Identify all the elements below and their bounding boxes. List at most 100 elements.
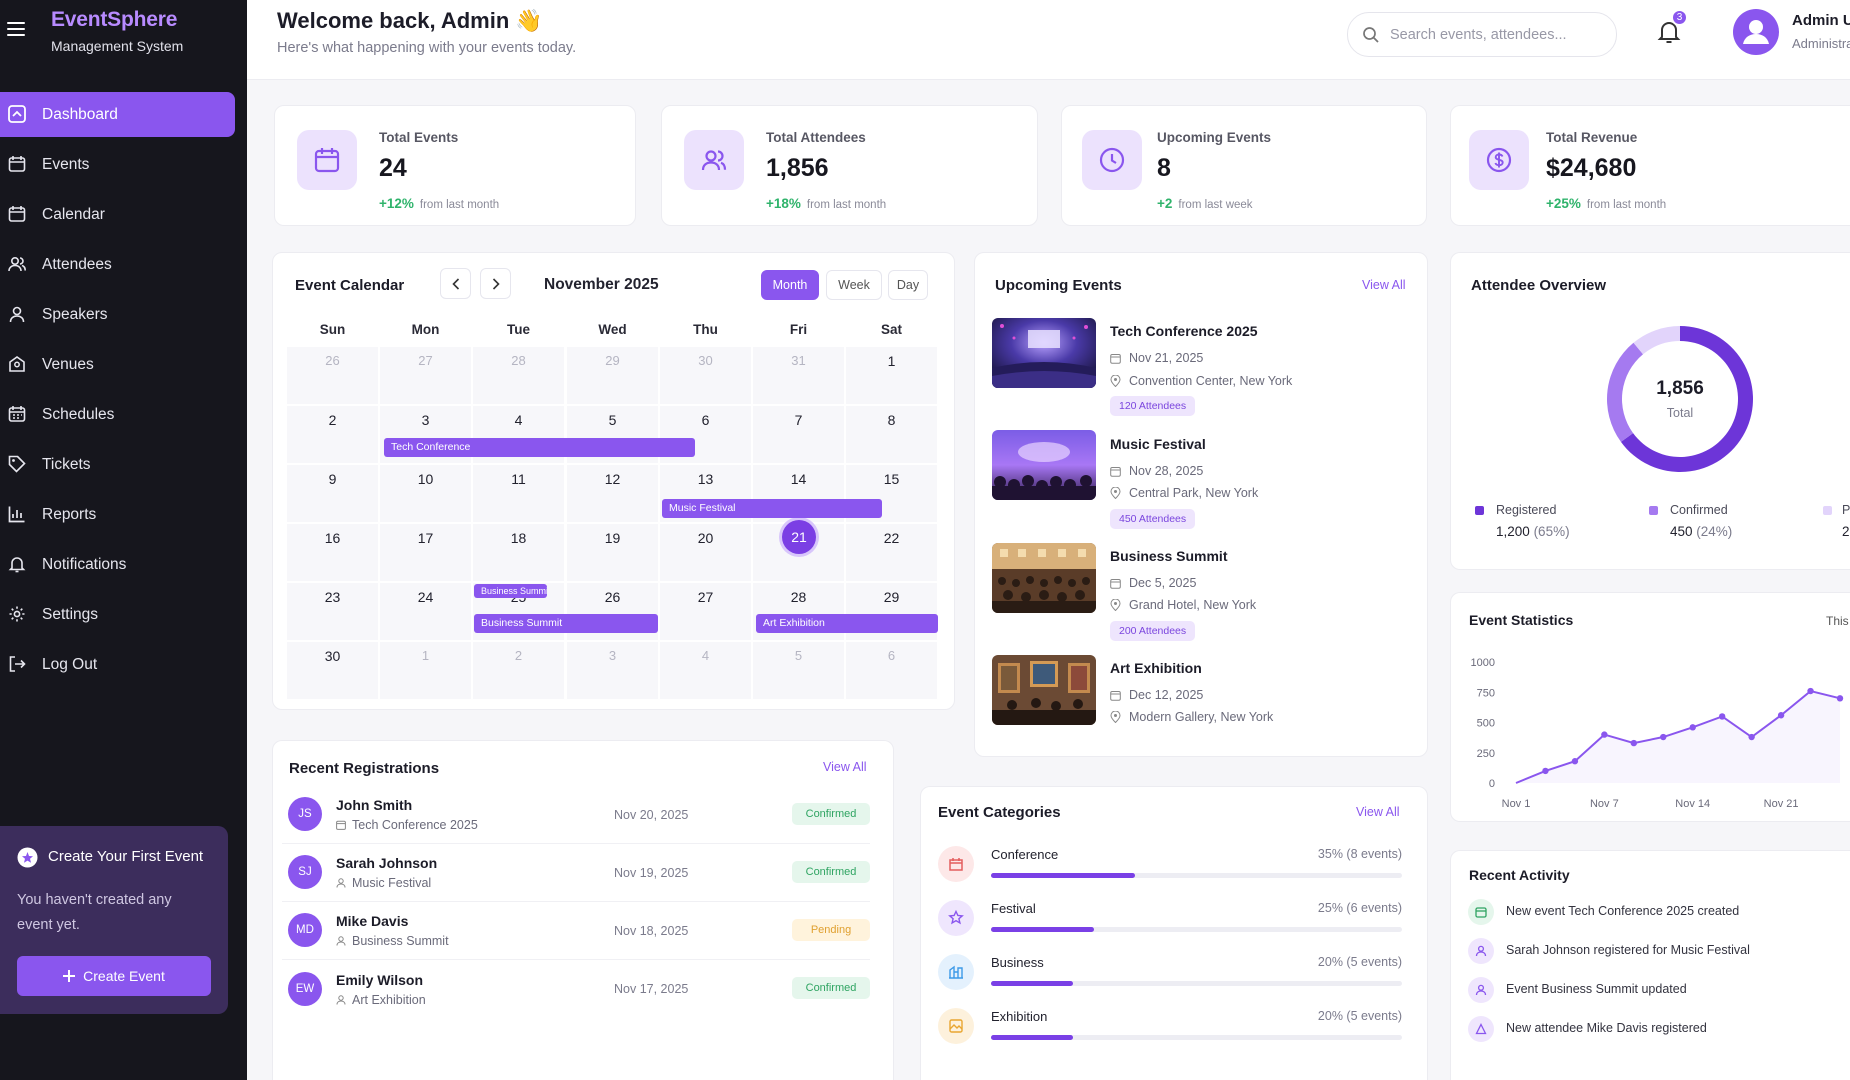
sidebar-item-attendees[interactable]: Attendees — [0, 242, 247, 287]
calendar-day[interactable]: 2 — [286, 412, 379, 428]
data-point[interactable] — [1807, 687, 1814, 695]
calendar-day[interactable]: 15 — [845, 471, 938, 487]
calendar-day[interactable]: 7 — [752, 412, 845, 428]
data-point[interactable] — [1601, 731, 1608, 738]
sidebar-item-dashboard[interactable]: Dashboard — [0, 92, 235, 137]
sidebar-item-schedules[interactable]: Schedules — [0, 392, 247, 437]
calendar-day[interactable]: 29 — [845, 589, 938, 605]
sidebar-item-events[interactable]: Events — [0, 142, 247, 187]
calendar-day[interactable]: 16 — [286, 530, 379, 546]
calendar-prev-button[interactable] — [440, 268, 471, 299]
calendar-event-business[interactable]: Business Summit — [474, 614, 658, 633]
view-day-button[interactable]: Day — [888, 270, 928, 300]
calendar-day[interactable]: 31 — [752, 353, 845, 368]
calendar-day[interactable]: 12 — [566, 471, 659, 487]
data-point[interactable] — [1836, 695, 1844, 702]
event-thumbnail-business[interactable] — [992, 543, 1096, 613]
category-name[interactable]: Conference — [991, 847, 1058, 862]
calendar-day[interactable]: 24 — [379, 589, 472, 605]
event-thumbnail-music[interactable] — [992, 430, 1096, 500]
sidebar-item-reports[interactable]: Reports — [0, 492, 247, 537]
calendar-day[interactable]: 3 — [379, 412, 472, 428]
calendar-day[interactable]: 20 — [659, 530, 752, 546]
calendar-day[interactable]: 10 — [379, 471, 472, 487]
upcoming-event-name[interactable]: Business Summit — [1110, 548, 1227, 564]
calendar-day[interactable]: 11 — [472, 471, 565, 487]
categories-view-all-link[interactable]: View All — [1356, 805, 1400, 819]
calendar-day[interactable]: 1 — [845, 353, 938, 369]
category-name[interactable]: Exhibition — [991, 1009, 1047, 1024]
calendar-event-art[interactable]: Art Exhibition — [756, 614, 938, 633]
calendar-event-tech[interactable]: Tech Conference — [384, 438, 695, 457]
search-input[interactable] — [1390, 24, 1605, 46]
category-name[interactable]: Business — [991, 955, 1044, 970]
statistics-period-select[interactable]: This — [1826, 614, 1849, 628]
calendar-day[interactable]: 29 — [566, 353, 659, 368]
sidebar-item-logout[interactable]: Log Out — [0, 642, 247, 687]
calendar-day[interactable]: 14 — [752, 471, 845, 487]
calendar-day-today[interactable]: 21 — [782, 520, 816, 554]
calendar-next-button[interactable] — [480, 268, 511, 299]
calendar-day[interactable]: 13 — [659, 471, 752, 487]
calendar-day[interactable]: 4 — [472, 412, 565, 428]
calendar-day[interactable]: 30 — [659, 353, 752, 368]
registrations-view-all-link[interactable]: View All — [823, 760, 867, 774]
category-name[interactable]: Festival — [991, 901, 1036, 916]
calendar-day[interactable]: 3 — [566, 648, 659, 663]
calendar-event-music[interactable]: Music Festival — [662, 499, 882, 518]
registrant-name[interactable]: Mike Davis — [336, 913, 408, 929]
upcoming-event-name[interactable]: Music Festival — [1110, 436, 1206, 452]
registrant-name[interactable]: Sarah Johnson — [336, 855, 437, 871]
calendar-day[interactable]: 17 — [379, 530, 472, 546]
data-point[interactable] — [1542, 767, 1549, 775]
calendar-day[interactable]: 28 — [472, 353, 565, 368]
event-thumbnail-tech[interactable] — [992, 318, 1096, 388]
data-point[interactable] — [1718, 713, 1726, 720]
calendar-day[interactable]: 23 — [286, 589, 379, 605]
activity-item-text[interactable]: Sarah Johnson registered for Music Festi… — [1506, 943, 1750, 957]
user-avatar[interactable] — [1733, 9, 1779, 55]
calendar-day[interactable]: 22 — [845, 530, 938, 546]
calendar-event-business-small[interactable]: Business Summit — [474, 584, 547, 598]
registrant-name[interactable]: John Smith — [336, 797, 412, 813]
calendar-day[interactable]: 27 — [659, 589, 752, 605]
calendar-day[interactable]: 19 — [566, 530, 659, 546]
sidebar-item-venues[interactable]: Venues — [0, 342, 247, 387]
calendar-day[interactable]: 6 — [845, 648, 938, 663]
calendar-day[interactable]: 30 — [286, 648, 379, 664]
create-event-button[interactable]: Create Event — [17, 956, 211, 996]
event-thumbnail-art[interactable] — [992, 655, 1096, 725]
calendar-day[interactable]: 1 — [379, 648, 472, 663]
activity-item-text[interactable]: New attendee Mike Davis registered — [1506, 1021, 1707, 1035]
calendar-day[interactable]: 18 — [472, 530, 565, 546]
calendar-day[interactable]: 26 — [566, 589, 659, 605]
data-point[interactable] — [1689, 724, 1696, 731]
activity-item-text[interactable]: Event Business Summit updated — [1506, 982, 1687, 996]
calendar-day[interactable]: 9 — [286, 471, 379, 487]
sidebar-item-tickets[interactable]: Tickets — [0, 442, 247, 487]
activity-item-text[interactable]: New event Tech Conference 2025 created — [1506, 904, 1739, 918]
registrant-name[interactable]: Emily Wilson — [336, 972, 423, 988]
data-point[interactable] — [1660, 733, 1667, 741]
data-point[interactable] — [1630, 739, 1638, 747]
data-point[interactable] — [1748, 733, 1755, 741]
calendar-day[interactable]: 8 — [845, 412, 938, 428]
sidebar-item-notifications[interactable]: Notifications — [0, 542, 247, 587]
upcoming-event-name[interactable]: Tech Conference 2025 — [1110, 323, 1258, 339]
sidebar-item-calendar[interactable]: Calendar — [0, 192, 247, 237]
calendar-day[interactable]: 26 — [286, 353, 379, 368]
sidebar-item-settings[interactable]: Settings — [0, 592, 247, 637]
calendar-day[interactable]: 6 — [659, 412, 752, 428]
calendar-day[interactable]: 2 — [472, 648, 565, 663]
upcoming-event-name[interactable]: Art Exhibition — [1110, 660, 1202, 676]
view-month-button[interactable]: Month — [761, 270, 819, 300]
calendar-day[interactable]: 27 — [379, 353, 472, 368]
upcoming-view-all-link[interactable]: View All — [1362, 278, 1406, 292]
data-point[interactable] — [1777, 712, 1785, 719]
calendar-day[interactable]: 5 — [566, 412, 659, 428]
view-week-button[interactable]: Week — [826, 270, 882, 300]
sidebar-item-speakers[interactable]: Speakers — [0, 292, 247, 337]
calendar-day[interactable]: 4 — [659, 648, 752, 663]
menu-icon[interactable] — [7, 21, 27, 37]
calendar-day[interactable]: 28 — [752, 589, 845, 605]
